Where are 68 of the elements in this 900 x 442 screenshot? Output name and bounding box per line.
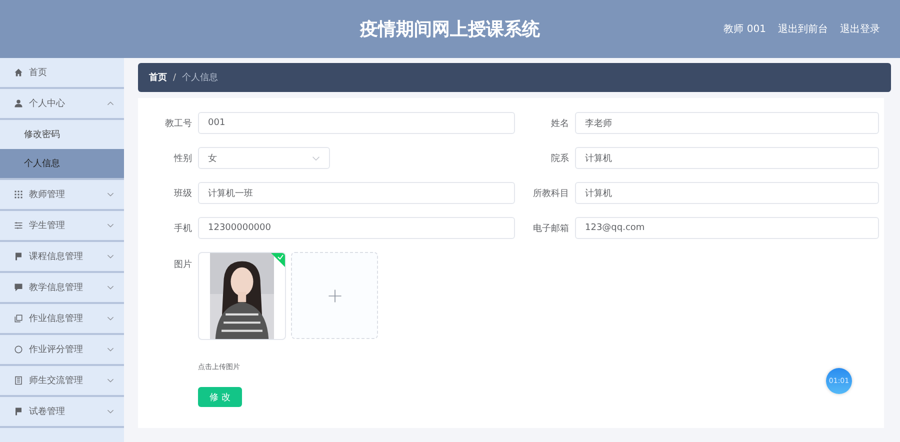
circle-icon xyxy=(14,345,23,354)
sidebar-subitem[interactable]: 个人信息 xyxy=(0,149,124,180)
doc-icon xyxy=(14,376,23,385)
field-label: 教工号 xyxy=(164,118,193,130)
chevron-icon xyxy=(107,316,114,321)
chat-icon xyxy=(14,283,23,292)
input-field[interactable]: 001 xyxy=(198,112,515,134)
sidebar-item[interactable]: 教师管理 xyxy=(0,180,124,211)
field-label: 图片 xyxy=(173,258,193,271)
sidebar-item[interactable]: 作业评分管理 xyxy=(0,335,124,366)
grid-icon xyxy=(14,190,23,199)
plus-icon xyxy=(328,288,342,302)
menu-label: 作业评分管理 xyxy=(29,344,84,356)
flag-icon xyxy=(14,252,23,261)
input-field[interactable]: 计算机一班 xyxy=(198,182,515,204)
field-label: 所教科目 xyxy=(532,188,570,200)
input-field[interactable]: 123@qq.com xyxy=(575,217,879,239)
sidebar-subitem[interactable]: 修改密码 xyxy=(0,120,124,149)
copy-icon xyxy=(14,314,23,323)
breadcrumb-item[interactable]: 首页 xyxy=(149,71,167,84)
field-label: 手机 xyxy=(173,222,193,234)
input-field[interactable]: 12300000000 xyxy=(198,217,515,239)
chevron-icon xyxy=(107,223,114,228)
field-label: 院系 xyxy=(550,152,570,164)
sidebar-item[interactable]: 课程信息管理 xyxy=(0,242,124,273)
sliders-icon xyxy=(14,221,23,230)
sidebar-item[interactable]: 教学信息管理 xyxy=(0,273,124,304)
caret-icon xyxy=(312,156,320,160)
field-label: 电子邮箱 xyxy=(532,222,570,234)
menu-label: 试卷管理 xyxy=(29,406,66,418)
sidebar-item[interactable]: 首页 xyxy=(0,58,124,89)
input-field[interactable]: 计算机 xyxy=(575,147,879,169)
menu-label: 师生交流管理 xyxy=(29,374,84,387)
field-label: 姓名 xyxy=(550,118,570,130)
menu-label: 首页 xyxy=(29,66,48,79)
menu-label: 课程信息管理 xyxy=(29,250,84,263)
menu-label: 作业信息管理 xyxy=(29,312,84,325)
chevron-icon xyxy=(107,409,114,414)
home-icon xyxy=(14,68,23,77)
chevron-icon xyxy=(107,101,114,106)
chevron-icon xyxy=(107,378,114,383)
app-title: 疫情期间网上授课系统 xyxy=(360,18,540,41)
menu-label: 学生管理 xyxy=(29,220,66,232)
flag-icon xyxy=(14,407,23,416)
header-link[interactable]: 退出登录 xyxy=(840,22,880,36)
chevron-icon xyxy=(107,285,114,290)
chevron-icon xyxy=(107,192,114,197)
user-icon xyxy=(14,99,23,108)
breadcrumb-item: 个人信息 xyxy=(182,72,218,84)
header-link[interactable]: 教师 001 xyxy=(724,22,766,36)
menu-label: 个人中心 xyxy=(29,98,66,110)
menu-label: 教学信息管理 xyxy=(29,282,84,294)
chevron-icon xyxy=(107,254,114,259)
sidebar-item[interactable]: 作业信息管理 xyxy=(0,304,124,335)
header-link[interactable]: 退出到前台 xyxy=(778,22,828,36)
input-field[interactable]: 李老师 xyxy=(575,112,879,134)
sidebar-item[interactable]: 个人中心 xyxy=(0,89,124,120)
field-label: 班级 xyxy=(173,188,193,200)
select-field[interactable]: 女 xyxy=(198,147,330,169)
sidebar-item[interactable]: 学生管理 xyxy=(0,211,124,242)
uploaded-image[interactable] xyxy=(198,252,286,340)
chevron-icon xyxy=(107,347,114,352)
menu-label: 教师管理 xyxy=(29,188,66,201)
input-field[interactable]: 计算机 xyxy=(575,182,879,204)
field-label: 性别 xyxy=(172,152,193,164)
sidebar-item[interactable]: 试卷管理 xyxy=(0,397,124,428)
breadcrumb-separator: / xyxy=(173,72,176,82)
sidebar-item[interactable]: 师生交流管理 xyxy=(0,366,124,397)
